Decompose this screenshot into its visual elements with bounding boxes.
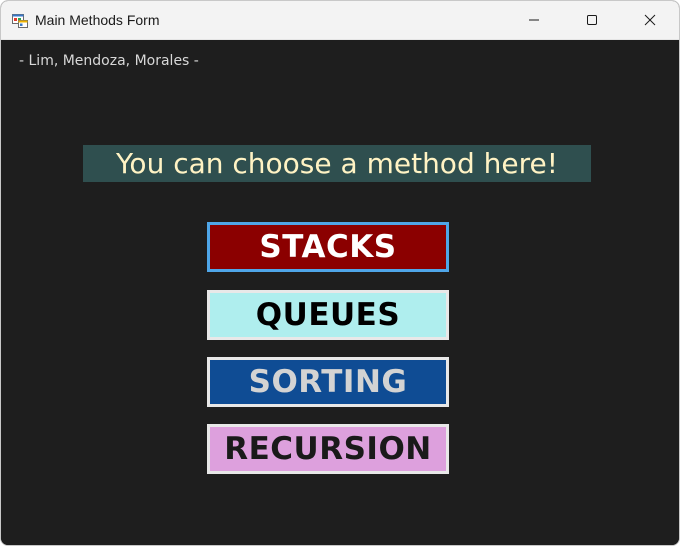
minimize-icon (528, 11, 540, 30)
winforms-app-icon (12, 12, 28, 28)
maximize-button[interactable] (563, 1, 621, 39)
title-bar[interactable]: Main Methods Form (1, 1, 679, 40)
queues-button[interactable]: QUEUES (207, 290, 449, 340)
maximize-icon (586, 11, 598, 30)
form-client-area: - Lim, Mendoza, Morales - You can choose… (1, 40, 679, 545)
stacks-button[interactable]: STACKS (207, 222, 449, 272)
close-icon (644, 11, 656, 30)
sorting-button[interactable]: SORTING (207, 357, 449, 407)
authors-label: - Lim, Mendoza, Morales - (19, 53, 199, 69)
recursion-button[interactable]: RECURSION (207, 424, 449, 474)
window-title: Main Methods Form (35, 12, 160, 28)
close-button[interactable] (621, 1, 679, 39)
minimize-button[interactable] (505, 1, 563, 39)
main-window: Main Methods Form - Lim, Mendoza, Morale… (0, 0, 680, 546)
instruction-banner: You can choose a method here! (83, 145, 591, 182)
